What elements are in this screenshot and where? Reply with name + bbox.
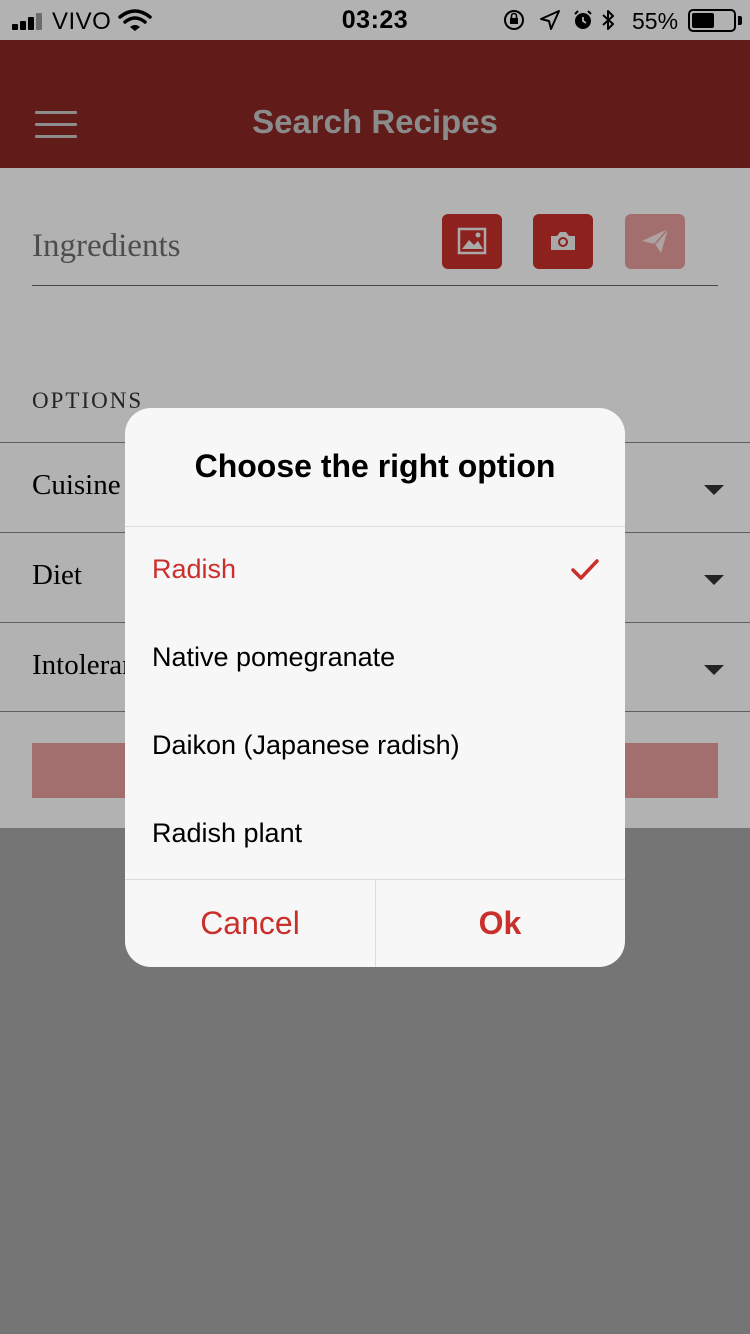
ok-button[interactable]: Ok: [375, 880, 625, 967]
choice-label: Radish plant: [152, 818, 303, 848]
choice-radish-plant[interactable]: Radish plant: [125, 792, 625, 880]
choice-label: Daikon (Japanese radish): [152, 730, 460, 760]
choice-radish[interactable]: Radish: [125, 528, 625, 616]
choose-option-dialog: Choose the right option Radish Native po…: [125, 408, 625, 967]
choice-label: Native pomegranate: [152, 642, 396, 672]
divider: [125, 526, 625, 527]
cancel-button[interactable]: Cancel: [125, 880, 375, 967]
checkmark-icon: [571, 559, 599, 580]
dialog-title: Choose the right option: [194, 448, 556, 484]
choice-label: Radish: [152, 554, 237, 584]
choice-native-pomegranate[interactable]: Native pomegranate: [125, 616, 625, 704]
choice-daikon[interactable]: Daikon (Japanese radish): [125, 704, 625, 792]
